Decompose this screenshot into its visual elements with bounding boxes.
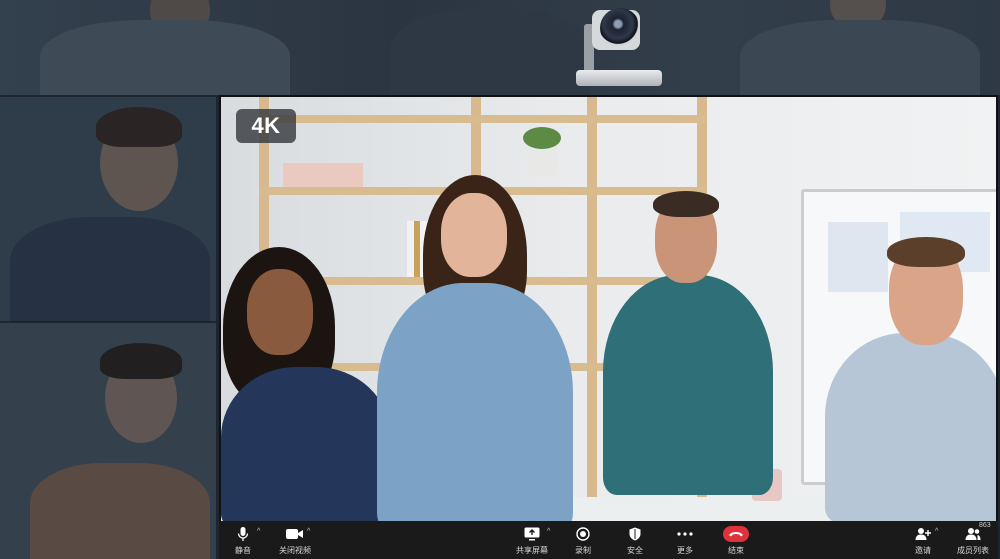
participant-hair bbox=[96, 107, 182, 147]
security-button[interactable]: 安全 bbox=[623, 521, 647, 559]
record-label: 录制 bbox=[575, 546, 591, 555]
main-video-view[interactable] bbox=[219, 95, 998, 523]
shelf-box bbox=[283, 163, 363, 187]
stop-video-label: 关闭视频 bbox=[279, 546, 311, 555]
stop-video-button[interactable]: 关闭视频 bbox=[277, 521, 313, 559]
share-options-caret[interactable]: ^ bbox=[547, 528, 550, 535]
participant-body bbox=[390, 10, 590, 95]
invite-options-caret[interactable]: ^ bbox=[935, 528, 938, 535]
invite-label: 邀请 bbox=[915, 546, 931, 555]
share-screen-button[interactable]: 共享屏幕 bbox=[515, 521, 549, 559]
background-gallery-top bbox=[0, 0, 1000, 95]
participant-hair bbox=[100, 343, 182, 379]
chart-paper bbox=[828, 222, 888, 292]
shelf-post bbox=[587, 97, 597, 497]
mute-button[interactable]: 静音 bbox=[231, 521, 255, 559]
more-button[interactable]: 更多 bbox=[673, 521, 697, 559]
meeting-toolbar: 静音 ^ 关闭视频 ^ 共享屏幕 ^ 录制 安全 更多 结束 邀请 ^ 成员列表… bbox=[219, 521, 998, 559]
invite-button[interactable]: 邀请 bbox=[911, 521, 935, 559]
microphone-icon bbox=[237, 524, 249, 544]
add-user-icon bbox=[915, 524, 931, 544]
participants-label: 成员列表 bbox=[957, 546, 989, 555]
conference-camera-image bbox=[574, 6, 664, 88]
share-screen-icon bbox=[524, 524, 540, 544]
participant-tile[interactable] bbox=[0, 323, 216, 559]
video-options-caret[interactable]: ^ bbox=[307, 528, 310, 535]
shield-icon bbox=[629, 524, 641, 544]
mute-label: 静音 bbox=[235, 546, 251, 555]
security-label: 安全 bbox=[627, 546, 643, 555]
end-meeting-button[interactable]: 结束 bbox=[721, 521, 751, 559]
participant-tile[interactable] bbox=[0, 97, 216, 321]
participants-count: 863 bbox=[979, 522, 991, 529]
video-camera-icon bbox=[286, 524, 304, 544]
record-button[interactable]: 录制 bbox=[571, 521, 595, 559]
participant-body bbox=[740, 20, 980, 95]
end-meeting-label: 结束 bbox=[728, 546, 744, 555]
plant bbox=[523, 127, 561, 149]
mute-options-caret[interactable]: ^ bbox=[257, 528, 260, 535]
participant-body bbox=[10, 217, 210, 321]
record-icon bbox=[576, 524, 590, 544]
hang-up-icon bbox=[723, 524, 749, 544]
share-screen-label: 共享屏幕 bbox=[516, 546, 548, 555]
quality-badge: 4K bbox=[236, 109, 296, 143]
more-dots-icon bbox=[677, 524, 693, 544]
participant-body bbox=[30, 463, 210, 559]
camera-base bbox=[576, 70, 662, 86]
shelf-board bbox=[259, 115, 707, 123]
more-label: 更多 bbox=[677, 546, 693, 555]
participant-body bbox=[40, 20, 290, 95]
camera-lens bbox=[600, 8, 640, 48]
